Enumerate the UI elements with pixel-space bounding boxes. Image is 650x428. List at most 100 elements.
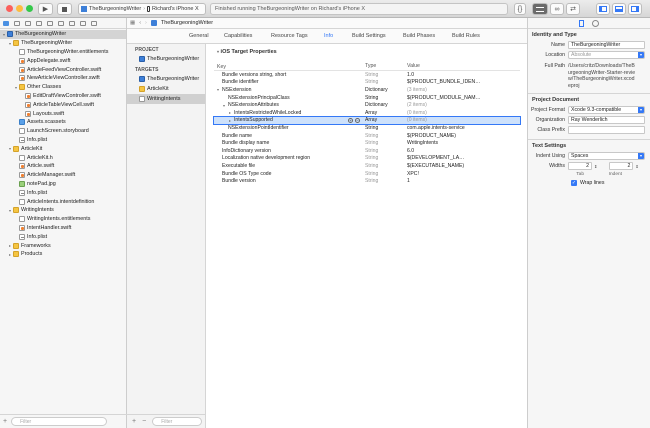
search-icon[interactable] [36, 20, 42, 26]
key-cell[interactable]: NSExtensionPrincipalClass [214, 95, 365, 101]
remove-row-button[interactable]: − [355, 118, 360, 124]
tab-resource-tags[interactable]: Resource Tags [271, 33, 308, 39]
tab-build-phases[interactable]: Build Phases [403, 33, 435, 39]
type-cell[interactable]: String [365, 95, 403, 101]
back-button[interactable]: ‹ [139, 20, 141, 26]
tree-item[interactable]: Layouts.swift [0, 109, 126, 118]
value-cell[interactable]: $(PRODUCT_MODULE_NAM… [403, 95, 513, 101]
toggle-debug-area-button[interactable] [612, 3, 626, 15]
value-cell[interactable]: 1 [403, 178, 513, 184]
type-cell[interactable]: String [365, 163, 403, 169]
organization-field[interactable]: Ray Wenderlich [568, 116, 645, 124]
file-inspector-icon[interactable] [579, 19, 584, 27]
tree-item[interactable]: LaunchScreen.storyboard [0, 127, 126, 136]
standard-editor-button[interactable] [532, 3, 548, 15]
type-column-header[interactable]: Type [365, 63, 403, 70]
tree-item[interactable]: NewArticleViewController.swift [0, 74, 126, 83]
value-cell[interactable]: 6.0 [403, 148, 513, 154]
type-cell[interactable]: String [365, 133, 403, 139]
target-item[interactable]: ArticleKit [127, 84, 205, 94]
tab-width-stepper[interactable]: ⇕ [594, 164, 597, 169]
value-cell[interactable]: $(DEVELOPMENT_LA… [403, 155, 513, 161]
value-cell[interactable]: (2 items) [403, 102, 513, 108]
table-row[interactable]: NSExtensionPrincipalClass String $(PRODUCT… [214, 94, 520, 102]
key-cell[interactable]: ▸ IntentsSupported + − [214, 117, 365, 124]
indent-width-field[interactable]: 2 [609, 162, 634, 170]
value-cell[interactable]: XPC! [403, 171, 513, 177]
location-popup[interactable]: Absolute ▾ [568, 51, 645, 59]
report-icon[interactable] [91, 20, 97, 26]
table-row[interactable]: Executable file String $(EXECUTABLE_NAME) [214, 162, 520, 170]
add-file-button[interactable]: + [3, 418, 7, 425]
table-row[interactable]: InfoDictionary version String 6.0 [214, 147, 520, 155]
tree-item[interactable]: AppDelegate.swift [0, 56, 126, 65]
value-cell[interactable]: WritingIntents [403, 140, 513, 146]
key-cell[interactable]: Bundle version [214, 178, 365, 184]
tree-item[interactable]: ▸ Products [0, 250, 126, 259]
value-cell[interactable]: $(EXECUTABLE_NAME) [403, 163, 513, 169]
navigator-filter-input[interactable]: Filter [11, 417, 107, 426]
tab-width-field[interactable]: 2 [568, 162, 592, 170]
indent-using-popup[interactable]: Spaces ▾ [568, 152, 645, 160]
folder-icon[interactable] [3, 20, 9, 26]
tab-general[interactable]: General [189, 33, 209, 39]
tree-item[interactable]: ArticleIntents.intentdefinition [0, 197, 126, 206]
key-cell[interactable]: InfoDictionary version [214, 148, 365, 154]
key-cell[interactable]: ▾ NSExtensionAttributes [214, 102, 365, 108]
tree-item[interactable]: Info.plist [0, 136, 126, 145]
version-editor-button[interactable]: ⇄ [566, 3, 580, 15]
key-cell[interactable]: NSExtensionPointIdentifier [214, 125, 365, 131]
tree-item[interactable]: ArticleKit.h [0, 153, 126, 162]
name-field[interactable]: TheBurgeoningWriter [568, 41, 645, 49]
tree-item[interactable]: TheBurgeoningWriter.entitlements [0, 48, 126, 57]
table-row[interactable]: Bundle version String 1 [214, 177, 520, 185]
quick-help-icon[interactable] [592, 19, 599, 27]
value-cell[interactable]: (0 items) [403, 117, 513, 123]
type-cell[interactable]: String [365, 171, 403, 177]
type-cell[interactable]: String [365, 148, 403, 154]
run-button[interactable]: ▶ [38, 3, 53, 15]
value-cell[interactable]: com.apple.intents-service [403, 125, 513, 131]
table-row[interactable]: Bundle display name String WritingIntents [214, 139, 520, 147]
zoom-window-button[interactable] [26, 5, 33, 12]
type-cell[interactable]: String [365, 155, 403, 161]
key-cell[interactable]: Bundle display name [214, 140, 365, 146]
tree-item[interactable]: ArticleManager.swift [0, 171, 126, 180]
tab-capabilities[interactable]: Capabilities [224, 33, 252, 39]
table-row[interactable]: Bundle OS Type code String XPC! [214, 170, 520, 178]
project-format-popup[interactable]: Xcode 9.3-compatible ▾ [568, 106, 645, 114]
tree-item[interactable]: notePad.jpg [0, 180, 126, 189]
targets-filter-input[interactable]: Filter [152, 417, 202, 426]
key-cell[interactable]: Localization native development region [214, 155, 365, 161]
tree-item[interactable]: Info.plist [0, 188, 126, 197]
tree-item[interactable]: Assets.xcassets [0, 118, 126, 127]
tree-item[interactable]: ▾ WritingIntents [0, 206, 126, 215]
type-cell[interactable]: Dictionary [365, 87, 403, 93]
tree-item[interactable]: ▾ TheBurgeoningWriter [0, 30, 126, 39]
table-row[interactable]: ▾ NSExtensionAttributes Dictionary (2 items… [214, 101, 520, 109]
add-target-button[interactable]: + [132, 418, 136, 425]
breakpoint-icon[interactable] [80, 20, 86, 26]
tree-item[interactable]: ▾ TheBurgeoningWriter [0, 39, 126, 48]
key-cell[interactable]: Bundle name [214, 133, 365, 139]
tab-build-settings[interactable]: Build Settings [352, 33, 386, 39]
tree-item[interactable]: ▾ Other Classes [0, 83, 126, 92]
table-row[interactable]: NSExtensionPointIdentifier String com.appl… [214, 124, 520, 132]
section-title[interactable]: ▾ iOS Target Properties [217, 49, 277, 55]
tree-item[interactable]: ▾ ArticleKit [0, 144, 126, 153]
remove-target-button[interactable]: − [142, 418, 146, 425]
indent-width-stepper[interactable]: ⇕ [635, 164, 638, 169]
close-window-button[interactable] [6, 5, 13, 12]
value-cell[interactable]: (0 items) [403, 110, 513, 116]
toggle-inspector-button[interactable] [628, 3, 642, 15]
type-cell[interactable]: Dictionary [365, 102, 403, 108]
tree-item[interactable]: Article.swift [0, 162, 126, 171]
tree-item[interactable]: ArticleTableViewCell.swift [0, 100, 126, 109]
tree-item[interactable]: EditDraftViewController.swift [0, 92, 126, 101]
tree-item[interactable]: WritingIntents.entitlements [0, 215, 126, 224]
table-row[interactable]: ▸ IntentsRestrictedWhileLocked Array (0 ite… [214, 109, 520, 117]
table-row[interactable]: ▾ NSExtension Dictionary (3 items) [214, 86, 520, 94]
wrap-lines-checkbox[interactable]: ✓ [571, 180, 577, 186]
project-item[interactable]: TheBurgeoningWriter [127, 54, 205, 64]
key-cell[interactable]: Bundle versions string, short [214, 72, 365, 78]
